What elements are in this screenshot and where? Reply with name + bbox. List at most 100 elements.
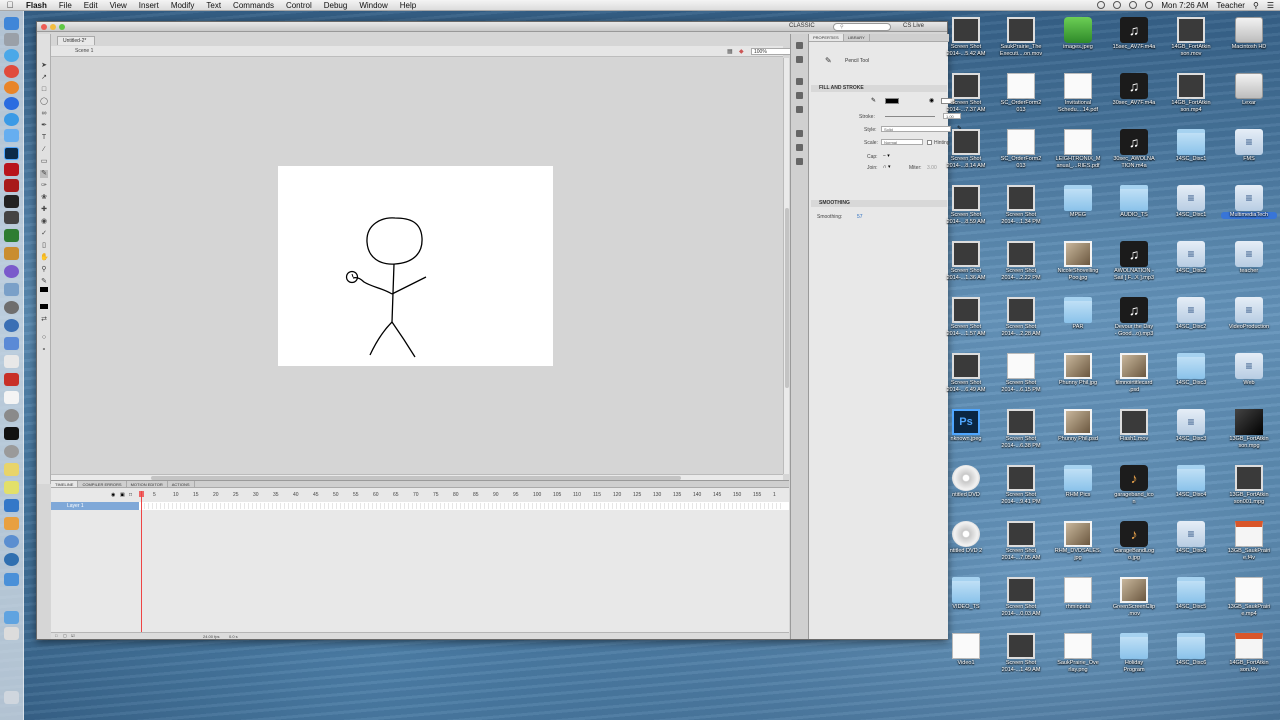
spotlight-icon[interactable]: ⚲: [1253, 0, 1259, 11]
desktop-item[interactable]: ♪ garageband_ico n: [1106, 465, 1162, 506]
rectangle-tool-icon[interactable]: ▭: [40, 158, 48, 166]
desktop-item[interactable]: Screen Shot 2014-...9.41 PM: [993, 465, 1049, 506]
desktop-item[interactable]: Ps nknown.jpeg: [938, 409, 994, 443]
quicktime-icon[interactable]: [4, 319, 19, 332]
desktop-item[interactable]: Screen Shot 2014-...8.14 AM: [938, 129, 994, 170]
desktop-item[interactable]: ≡ 14SC_Disc2: [1163, 241, 1219, 275]
stroke-color-icon[interactable]: ✎: [40, 278, 48, 286]
hand-tool-icon[interactable]: ✋: [40, 254, 49, 262]
tab-properties[interactable]: PROPERTIES: [809, 34, 844, 41]
desktop-item[interactable]: ≡ VideoProduction: [1221, 297, 1277, 331]
desktop-item[interactable]: Screen Shot 2014-...1.57 AM: [938, 297, 994, 338]
desktop-item[interactable]: ≡ 14SC_Disc2: [1163, 297, 1219, 331]
brush-tool-icon[interactable]: ✑: [40, 182, 48, 190]
bone-tool-icon[interactable]: ✚: [40, 206, 48, 214]
tab-library[interactable]: LIBRARY: [844, 34, 870, 41]
cap-dropdown[interactable]: − ▾: [883, 153, 890, 159]
menu-commands[interactable]: Commands: [227, 0, 280, 11]
color-panel-icon[interactable]: [796, 42, 803, 49]
launchpad-icon[interactable]: [4, 33, 19, 46]
desktop-item[interactable]: Screen Shot 2014-...1.34 PM: [993, 185, 1049, 226]
desktop-item[interactable]: Screen Shot 2014-...7.37 AM: [938, 73, 994, 114]
tab-actions[interactable]: ACTIONS: [168, 481, 195, 487]
hinting-checkbox[interactable]: [927, 140, 932, 145]
desktop-item[interactable]: Screen Shot 2014-...2.28 AM: [993, 297, 1049, 338]
red-app-icon[interactable]: [4, 373, 19, 386]
desktop-item[interactable]: SC_OrderForm2 013: [993, 129, 1049, 170]
tab-compiler-errors[interactable]: COMPILER ERRORS: [78, 481, 127, 487]
code-snippets-icon[interactable]: [796, 158, 803, 165]
stickies-icon[interactable]: [4, 481, 19, 494]
new-folder-icon[interactable]: ▢: [63, 633, 67, 638]
smoothing-value[interactable]: 57: [857, 214, 863, 220]
desktop-item[interactable]: 14SC_Disc3: [1163, 353, 1219, 387]
notes-icon[interactable]: [4, 463, 19, 476]
desktop-item[interactable]: Screen Shot 2014-...1.36 AM: [938, 241, 994, 282]
lock-icon[interactable]: ▣: [120, 492, 125, 498]
scroll-thumb[interactable]: [785, 208, 789, 388]
calendar-icon[interactable]: [4, 391, 19, 404]
desktop-item[interactable]: Screen Shot 2014-...8.59 AM: [938, 185, 994, 226]
menu-control[interactable]: Control: [280, 0, 318, 11]
imovie-icon[interactable]: [4, 265, 19, 278]
desktop-item[interactable]: Screen Shot 2014-...6.15 PM: [993, 353, 1049, 394]
desktop-item[interactable]: SaukPrairie_The Executi....on.mov: [993, 17, 1049, 58]
desktop-item[interactable]: AUDIO_TS: [1106, 185, 1162, 219]
desktop-item[interactable]: RHM Pics: [1050, 465, 1106, 499]
desktop-item[interactable]: RHM_DVDSALES. jpg: [1050, 521, 1106, 562]
desktop-item[interactable]: Flash1.mov: [1106, 409, 1162, 443]
cs-live-button[interactable]: CS Live: [903, 23, 924, 29]
menu-insert[interactable]: Insert: [133, 0, 165, 11]
info-panel-icon[interactable]: [796, 92, 803, 99]
desktop-item[interactable]: Phunny Phil.jpg: [1050, 353, 1106, 387]
menu-text[interactable]: Text: [200, 0, 227, 11]
photoshop-dock-icon[interactable]: [4, 147, 19, 160]
garageband-icon[interactable]: [4, 195, 19, 208]
snap-icon[interactable]: ∘: [40, 346, 48, 354]
desktop-item[interactable]: ntitled DVD: [938, 465, 994, 499]
downloads-stack-icon[interactable]: [4, 573, 19, 586]
eye-icon[interactable]: ◉: [111, 492, 115, 498]
stroke-color-swatch[interactable]: [40, 287, 48, 292]
menubar-clock[interactable]: Mon 7:26 AM: [1161, 0, 1208, 11]
preview-icon[interactable]: [4, 499, 19, 512]
join-dropdown[interactable]: ∩ ▾: [883, 164, 891, 170]
mail-icon[interactable]: [4, 129, 19, 142]
menu-edit[interactable]: Edit: [78, 0, 104, 11]
menu-view[interactable]: View: [104, 0, 133, 11]
desktop-item[interactable]: Invitational Schedu....14.pdf: [1050, 73, 1106, 114]
app-store-icon[interactable]: [4, 113, 19, 126]
object-drawing-icon[interactable]: ○: [40, 334, 48, 342]
terminal-icon[interactable]: [4, 427, 19, 440]
system-prefs-icon[interactable]: [4, 409, 19, 422]
pen-tool-icon[interactable]: ✒: [40, 122, 48, 130]
desktop-item[interactable]: Holiday Program: [1106, 633, 1162, 674]
desktop-item[interactable]: PAR: [1050, 297, 1106, 331]
trash-icon[interactable]: [4, 691, 19, 704]
desktop-item[interactable]: LEIGHTRONIX_M anual_...RIES.pdf: [1050, 129, 1106, 170]
desktop-item[interactable]: ♪ GarageBandLog o.jpg: [1106, 521, 1162, 562]
desktop-item[interactable]: ≡ MultimediaTech: [1221, 185, 1277, 219]
desktop-item[interactable]: Screen Shot 2014-...6.38 PM: [993, 409, 1049, 450]
layer-row[interactable]: Layer 1: [51, 502, 789, 510]
smoothing-section-header[interactable]: SMOOTHING: [811, 200, 947, 207]
desktop-item[interactable]: Screen Shot 2014-...1.49 AM: [993, 633, 1049, 674]
desktop-item[interactable]: ≡ Web: [1221, 353, 1277, 387]
textedit-icon[interactable]: [4, 355, 19, 368]
desktop-item[interactable]: ♫ 30sec_AWOLNA TION.m4a: [1106, 129, 1162, 170]
desktop-item[interactable]: SaukPrairie_Ove rlay.png: [1050, 633, 1106, 674]
edit-scene-icon[interactable]: ▦: [727, 48, 733, 55]
eyedropper-tool-icon[interactable]: ✓: [40, 230, 48, 238]
align-panel-icon[interactable]: [796, 78, 803, 85]
delete-layer-icon[interactable]: ☑: [71, 633, 75, 638]
text-tool-icon[interactable]: T: [40, 134, 48, 142]
flash-dock-icon[interactable]: [4, 163, 19, 176]
lasso-tool-icon[interactable]: ∞: [40, 110, 48, 118]
desktop-item[interactable]: Screen Shot 2014-...6.49 AM: [938, 353, 994, 394]
eraser-tool-icon[interactable]: ▯: [40, 242, 48, 250]
desktop-item[interactable]: 14GB_FortAtkin son.mov: [1163, 17, 1219, 58]
menu-window[interactable]: Window: [353, 0, 393, 11]
stage-canvas[interactable]: [278, 166, 553, 366]
desktop-item[interactable]: 14SC_Disc1: [1163, 129, 1219, 163]
applications-stack-icon[interactable]: [4, 627, 19, 640]
